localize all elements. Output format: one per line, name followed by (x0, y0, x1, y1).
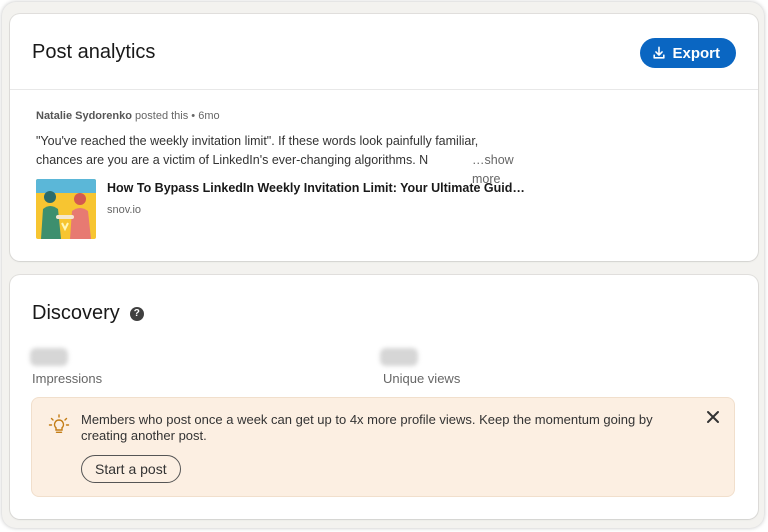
close-icon[interactable] (704, 408, 722, 426)
post-author[interactable]: Natalie Sydorenko (36, 110, 132, 122)
post-card: Post analytics Export Natalie Sydorenko … (10, 14, 758, 261)
page-title: Post analytics (32, 41, 156, 63)
header: Post analytics Export (10, 14, 758, 90)
tip-text: Members who post once a week can get up … (81, 412, 653, 443)
analytics-panel: Post analytics Export Natalie Sydorenko … (2, 2, 764, 528)
export-label: Export (672, 44, 720, 62)
article-title[interactable]: How To Bypass LinkedIn Weekly Invitation… (107, 181, 525, 195)
unique-views-label: Unique views (383, 371, 461, 386)
discovery-header: Discovery ? (32, 302, 144, 325)
discovery-card: Discovery ? Impressions Unique views Mem… (10, 275, 758, 519)
impressions-label: Impressions (32, 371, 103, 386)
post-meta-suffix: posted this • 6mo (131, 110, 220, 122)
download-icon (653, 46, 666, 59)
lightbulb-icon (48, 414, 70, 433)
article-thumbnail[interactable] (36, 179, 96, 239)
post-meta: Natalie Sydorenko posted this • 6mo (36, 110, 220, 122)
article-domain: snov.io (107, 204, 142, 216)
posting-tip: Members who post once a week can get up … (31, 397, 735, 497)
unique-views-value-blurred (380, 348, 418, 366)
export-button[interactable]: Export (640, 38, 736, 68)
start-a-post-button[interactable]: Start a post (81, 455, 181, 483)
post-text: "You've reached the weekly invitation li… (36, 132, 536, 186)
post-text-line-2: chances are you are a victim of LinkedIn… (36, 153, 429, 167)
impressions-value-blurred (30, 348, 68, 366)
discovery-title: Discovery (32, 302, 120, 324)
question-circle-icon[interactable]: ? (129, 306, 144, 321)
post-text-line-1: "You've reached the weekly invitation li… (36, 134, 479, 148)
